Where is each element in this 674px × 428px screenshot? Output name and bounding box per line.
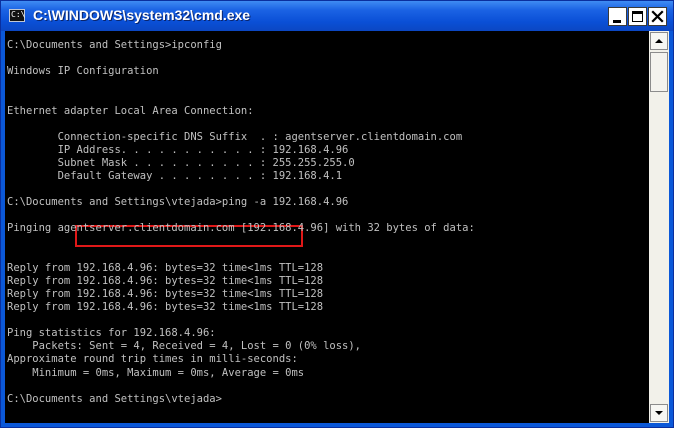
console-output[interactable]: C:\Documents and Settings>ipconfig Window… [5, 31, 649, 423]
console-line: Ping statistics for 192.168.4.96: [7, 327, 216, 340]
close-button[interactable] [648, 7, 667, 26]
console-line: Connection-specific DNS Suffix . : agent… [7, 130, 463, 143]
close-icon [651, 10, 664, 23]
minimize-button[interactable] [608, 7, 627, 26]
scroll-up-button[interactable] [650, 32, 668, 50]
console-line: IP Address. . . . . . . . . . . : 192.16… [7, 143, 349, 156]
maximize-icon [632, 11, 643, 22]
window-title: C:\WINDOWS\system32\cmd.exe [33, 7, 251, 23]
console-line: C:\Documents and Settings\vtejada> [7, 392, 222, 405]
scroll-down-button[interactable] [650, 404, 668, 422]
scroll-down-arrow-icon [655, 411, 663, 415]
vertical-scrollbar[interactable] [649, 31, 669, 423]
console-app-icon-label: C:\ [11, 10, 26, 19]
console-line: Ethernet adapter Local Area Connection: [7, 104, 254, 117]
console-app-icon[interactable]: C:\ [9, 9, 25, 22]
console-line: Minimum = 0ms, Maximum = 0ms, Average = … [7, 366, 305, 379]
maximize-button[interactable] [628, 7, 647, 26]
console-line: Reply from 192.168.4.96: bytes=32 time<1… [7, 274, 324, 287]
console-line: Approximate round trip times in milli-se… [7, 353, 298, 366]
title-bar[interactable]: C:\ C:\WINDOWS\system32\cmd.exe [1, 1, 673, 31]
console-line: C:\Documents and Settings>ipconfig [7, 39, 222, 51]
console-line: Packets: Sent = 4, Received = 4, Lost = … [7, 340, 362, 353]
scroll-thumb[interactable] [650, 52, 668, 92]
cmd-window: C:\ C:\WINDOWS\system32\cmd.exe C:\Docum… [0, 0, 674, 428]
minimize-icon [613, 20, 621, 23]
console-line: Default Gateway . . . . . . . . : 192.16… [7, 170, 343, 182]
console-line: Windows IP Configuration [7, 65, 159, 78]
console-line: Pinging agentserver.clientdomain.com [19… [7, 222, 475, 235]
console-line: Subnet Mask . . . . . . . . . . : 255.25… [7, 156, 355, 169]
console-line: C:\Documents and Settings\vtejada>ping -… [7, 196, 349, 209]
console-line: Reply from 192.168.4.96: bytes=32 time<1… [7, 261, 324, 274]
console-line: Reply from 192.168.4.96: bytes=32 time<1… [7, 287, 324, 300]
scroll-up-arrow-icon [655, 39, 663, 43]
console-line: Reply from 192.168.4.96: bytes=32 time<1… [7, 301, 324, 313]
